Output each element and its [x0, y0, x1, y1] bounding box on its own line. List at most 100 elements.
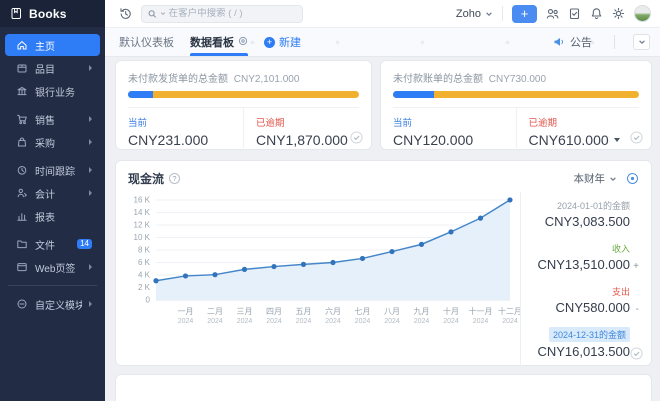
- quick-create-button[interactable]: +: [512, 5, 537, 23]
- chevron-right-icon: [89, 264, 92, 270]
- sidebar-item-banking[interactable]: 银行业务: [5, 80, 100, 102]
- sidebar-item-label: 报表: [35, 209, 92, 224]
- users-icon[interactable]: [546, 7, 559, 20]
- tab-settings-icon[interactable]: [238, 36, 248, 49]
- svg-text:4 K: 4 K: [138, 271, 151, 280]
- stat-label: 收入: [612, 242, 630, 255]
- badge-count: 14: [77, 239, 92, 249]
- chevron-right-icon: [89, 65, 92, 71]
- settings-gear-icon[interactable]: [612, 7, 625, 20]
- next-widget-partial: [115, 374, 652, 401]
- app-logo[interactable]: Books: [0, 0, 105, 27]
- stat-operator: +: [630, 261, 639, 272]
- dashboard-tabbar: 默认仪表板 数据看板 + 新建 公告: [105, 28, 660, 57]
- svg-text:2024: 2024: [207, 318, 223, 325]
- svg-text:8 K: 8 K: [138, 246, 151, 255]
- cashflow-stat-row: 2024-12-31的金额CNY16,013.500=: [527, 325, 639, 359]
- overdue-label: 已逾期: [529, 115, 644, 129]
- current-label: 当前: [128, 115, 235, 129]
- svg-text:6 K: 6 K: [138, 258, 151, 267]
- widget-options-icon[interactable]: [626, 172, 639, 185]
- current-label: 当前: [393, 115, 508, 129]
- svg-text:2024: 2024: [266, 318, 282, 325]
- org-selector[interactable]: Zoho: [456, 8, 493, 20]
- overdue-amount-dropdown[interactable]: CNY1,870.000: [256, 132, 363, 148]
- tab-data-dashboard[interactable]: 数据看板: [190, 28, 248, 56]
- overdue-label: 已逾期: [256, 115, 363, 129]
- user-avatar[interactable]: [634, 5, 651, 22]
- sidebar-item-label: 文件: [35, 237, 70, 252]
- sidebar-item-custom-modules[interactable]: 自定义模块: [5, 293, 100, 315]
- svg-text:2024: 2024: [473, 318, 489, 325]
- sidebar-item-web-tabs[interactable]: Web页签: [5, 256, 100, 278]
- stat-label: 2024-01-01的金额: [557, 199, 630, 212]
- cashflow-chart: 02 K4 K6 K8 K10 K12 K14 K16 K一月2024二月202…: [122, 192, 520, 334]
- check-circle-icon[interactable]: [350, 131, 363, 144]
- topbar: Zoho +: [105, 0, 660, 28]
- sidebar-item-label: Web页签: [35, 260, 82, 275]
- tab-overflow-chevron[interactable]: [633, 34, 650, 50]
- bag-icon: [16, 136, 28, 148]
- bank-icon: [16, 85, 28, 97]
- sidebar: Books 主页品目银行业务销售采购时间跟踪会计报表文件 14 Web页签自定义模块: [0, 0, 105, 401]
- new-dashboard-button[interactable]: + 新建: [264, 34, 301, 50]
- current-vs-overdue-bar: [128, 91, 359, 98]
- svg-text:十月: 十月: [443, 306, 459, 316]
- chevron-down-icon: [638, 38, 646, 46]
- cashflow-stat-row: 支出CNY580.000-: [527, 282, 639, 315]
- check-circle-icon[interactable]: [630, 347, 643, 360]
- svg-text:2024: 2024: [296, 318, 312, 325]
- sidebar-item-items[interactable]: 品目: [5, 57, 100, 79]
- unpaid-invoices-card: 未付款发货单的总金额 CNY2,101.000 当前 CNY231.000 已逾…: [115, 60, 372, 150]
- chevron-down-icon: [609, 175, 617, 183]
- cashflow-stats: 2024-01-01的金额CNY3,083.500收入CNY13,510.000…: [520, 192, 651, 369]
- search-scope-chevron-icon[interactable]: [160, 10, 166, 17]
- svg-text:2024: 2024: [414, 318, 430, 325]
- cart-icon: [16, 113, 28, 125]
- search-input[interactable]: [169, 8, 296, 19]
- notifications-bell-icon[interactable]: [590, 7, 603, 20]
- sidebar-item-label: 品目: [35, 61, 82, 76]
- tasks-clipboard-icon[interactable]: [568, 7, 581, 20]
- sidebar-item-purchases[interactable]: 采购: [5, 131, 100, 153]
- svg-text:16 K: 16 K: [134, 196, 151, 205]
- cashflow-stat-row: 收入CNY13,510.000+: [527, 239, 639, 272]
- chevron-right-icon: [89, 139, 92, 145]
- circle-minus-icon: [16, 298, 28, 310]
- sidebar-item-home[interactable]: 主页: [5, 34, 100, 56]
- check-circle-icon[interactable]: [630, 131, 643, 144]
- sidebar-item-time-tracking[interactable]: 时间跟踪: [5, 159, 100, 181]
- current-amount: CNY120.000: [393, 132, 508, 148]
- app-window: Books 主页品目银行业务销售采购时间跟踪会计报表文件 14 Web页签自定义模块…: [0, 0, 660, 401]
- chevron-right-icon: [89, 116, 92, 122]
- sidebar-item-sales[interactable]: 销售: [5, 108, 100, 130]
- person-icon: [16, 187, 28, 199]
- sidebar-item-reports[interactable]: 报表: [5, 205, 100, 227]
- global-search: [141, 5, 303, 23]
- svg-text:2024: 2024: [502, 318, 518, 325]
- cashflow-title: 现金流: [128, 170, 164, 187]
- svg-text:2024: 2024: [355, 318, 371, 325]
- chevron-right-icon: [89, 190, 92, 196]
- sidebar-item-documents[interactable]: 文件 14: [5, 233, 100, 255]
- recent-history-icon[interactable]: [119, 7, 132, 20]
- items-icon: [16, 62, 28, 74]
- svg-text:一月: 一月: [178, 307, 194, 316]
- fiscal-year-dropdown[interactable]: 本财年: [574, 171, 618, 186]
- svg-text:2024: 2024: [384, 318, 400, 325]
- sidebar-divider: [8, 285, 97, 286]
- overdue-amount-dropdown[interactable]: CNY610.000: [529, 132, 644, 148]
- svg-text:十二月: 十二月: [498, 306, 520, 316]
- megaphone-icon: [553, 36, 565, 48]
- stat-operator: -: [630, 304, 639, 315]
- browser-icon: [16, 261, 28, 273]
- tab-default-dashboard[interactable]: 默认仪表板: [119, 28, 174, 56]
- current-vs-overdue-bar: [393, 91, 639, 98]
- clock-icon: [16, 164, 28, 176]
- sidebar-item-label: 采购: [35, 135, 82, 150]
- card-total-amount: CNY730.000: [489, 74, 546, 85]
- sidebar-item-accountant[interactable]: 会计: [5, 182, 100, 204]
- announcement-button[interactable]: 公告: [553, 34, 592, 50]
- help-icon[interactable]: ?: [169, 173, 180, 184]
- current-amount: CNY231.000: [128, 132, 235, 148]
